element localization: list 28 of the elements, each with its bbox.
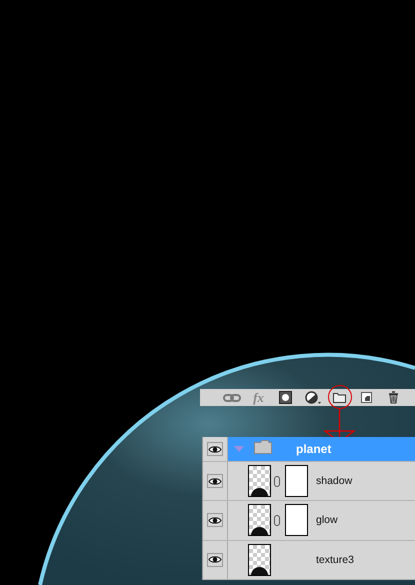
layer-row[interactable]: shadow (203, 462, 415, 502)
mask-icon (279, 391, 292, 404)
eye-icon[interactable] (208, 476, 222, 486)
visibility-toggle[interactable] (207, 442, 223, 456)
chain-link-icon (274, 514, 280, 526)
layer-thumbnail (248, 504, 271, 536)
new-layer-icon (361, 392, 372, 403)
chain-link-icon (274, 476, 280, 487)
eye-icon[interactable] (208, 555, 222, 564)
layer-name: texture3 (316, 554, 354, 566)
layer-thumbnail (248, 465, 271, 498)
half-circle-icon (304, 390, 320, 404)
eye-icon[interactable] (208, 516, 222, 525)
new-group-button[interactable] (328, 385, 352, 409)
visibility-toggle[interactable] (207, 552, 223, 567)
folder-icon (333, 392, 346, 402)
link-icon (222, 392, 240, 402)
trash-icon (388, 391, 399, 404)
layer-row[interactable]: texture3 (203, 540, 415, 580)
layer-row[interactable]: glow (203, 501, 415, 541)
folder-icon (254, 440, 272, 454)
layer-name: glow (316, 514, 338, 526)
visibility-toggle[interactable] (207, 474, 223, 488)
layer-name: planet (296, 442, 332, 456)
layer-thumbnail (248, 544, 271, 576)
layer-name: shadow (316, 475, 352, 488)
eye-icon[interactable] (208, 444, 222, 454)
visibility-toggle[interactable] (207, 513, 223, 528)
